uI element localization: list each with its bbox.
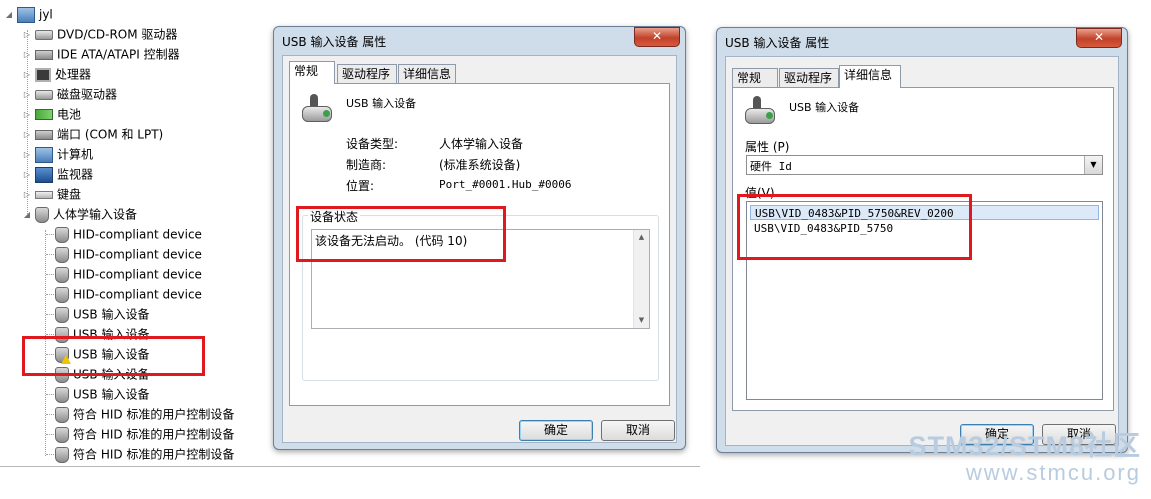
usb-input-device-icon (743, 94, 775, 126)
expand-icon[interactable]: ▷ (22, 125, 32, 145)
tree-category[interactable]: ▷ IDE ATA/ATAPI 控制器 (22, 44, 180, 64)
tree-device[interactable]: 符合 HID 标准的用户控制设备 (52, 444, 234, 464)
cancel-button[interactable]: 取消 (601, 420, 675, 441)
expand-icon[interactable]: ▷ (22, 105, 32, 125)
tree-category[interactable]: ▷ 处理器 (22, 64, 91, 84)
hid-device-icon (55, 426, 69, 443)
hid-icon (35, 206, 49, 223)
dropdown-arrow-icon[interactable]: ▼ (1084, 156, 1102, 174)
tab-driver[interactable]: 驱动程序 (779, 68, 839, 88)
optical-drive-icon (35, 29, 53, 40)
watermark: STM32/STM8社区 www.stmcu.org (908, 433, 1141, 484)
usb-input-device-icon (300, 92, 332, 124)
collapse-icon[interactable]: ◢ (4, 5, 14, 25)
expand-icon[interactable]: ▷ (22, 25, 32, 45)
expand-icon[interactable]: ▷ (22, 165, 32, 185)
tree-root[interactable]: ◢ jyl (4, 4, 53, 24)
expand-icon[interactable]: ▷ (22, 65, 32, 85)
tab-details[interactable]: 详细信息 (398, 64, 456, 84)
dialog-title: USB 输入设备 属性 (725, 36, 830, 50)
close-button[interactable]: ✕ (1076, 28, 1122, 48)
tab-driver[interactable]: 驱动程序 (337, 64, 397, 84)
tree-device[interactable]: HID-compliant device (52, 244, 202, 264)
tree-category[interactable]: ▷ 监视器 (22, 164, 93, 184)
hid-device-icon (55, 246, 69, 263)
tree-device[interactable]: 符合 HID 标准的用户控制设备 (52, 424, 234, 444)
watermark-url: www.stmcu.org (965, 460, 1141, 485)
expand-icon[interactable]: ▷ (22, 145, 32, 165)
processor-icon (35, 67, 51, 82)
expand-icon[interactable]: ▷ (22, 185, 32, 205)
computer-icon (35, 146, 53, 163)
ok-button[interactable]: 确定 (519, 420, 593, 441)
location-label: 位置: (346, 179, 375, 193)
device-name: USB 输入设备 (789, 101, 860, 114)
status-scrollbar[interactable]: ▲ ▼ (633, 230, 649, 328)
tab-general[interactable]: 常规 (289, 61, 335, 84)
keyboard-icon (35, 190, 53, 199)
tree-device[interactable]: HID-compliant device (52, 224, 202, 244)
tree-category[interactable]: ▷ 计算机 (22, 144, 93, 164)
hid-device-icon (55, 406, 69, 423)
expand-icon[interactable]: ▷ (22, 45, 32, 65)
tab-general[interactable]: 常规 (732, 68, 778, 88)
hid-device-icon (55, 446, 69, 463)
hid-device-icon (55, 286, 69, 303)
tree-device[interactable]: USB 输入设备 (52, 304, 149, 324)
expand-icon[interactable]: ▷ (22, 85, 32, 105)
tree-device[interactable]: USB 输入设备 (52, 384, 149, 404)
tree-category[interactable]: ▷ 电池 (22, 104, 81, 124)
scroll-down-icon[interactable]: ▼ (634, 313, 649, 328)
collapse-icon[interactable]: ◢ (22, 205, 32, 225)
property-select[interactable]: 硬件 Id ▼ (746, 155, 1103, 175)
hid-device-icon (55, 306, 69, 323)
tree-category[interactable]: ◢ 人体学输入设备 (22, 204, 137, 224)
tree-category[interactable]: ▷ 键盘 (22, 184, 81, 204)
close-button[interactable]: ✕ (634, 27, 680, 47)
property-label: 属性 (P) (745, 140, 790, 154)
highlight-box (296, 206, 506, 262)
ide-controller-icon (35, 49, 53, 60)
tree-category[interactable]: ▷ 端口 (COM 和 LPT) (22, 124, 163, 144)
device-name: USB 输入设备 (346, 97, 417, 110)
highlight-box (22, 336, 205, 376)
highlight-box (737, 194, 972, 260)
battery-icon (35, 109, 53, 120)
tree-category[interactable]: ▷ DVD/CD-ROM 驱动器 (22, 24, 178, 45)
disk-drive-icon (35, 89, 53, 100)
watermark-title: STM32/STM8社区 (908, 431, 1141, 461)
scroll-up-icon[interactable]: ▲ (634, 230, 649, 245)
hid-device-icon (55, 386, 69, 403)
property-value: 硬件 Id (750, 160, 792, 173)
manufacturer-value: (标准系统设备) (439, 158, 521, 172)
dialog-title: USB 输入设备 属性 (282, 35, 387, 49)
tab-details[interactable]: 详细信息 (839, 65, 901, 88)
device-type-value: 人体学输入设备 (439, 137, 524, 151)
hid-device-icon (55, 266, 69, 283)
tree-category[interactable]: ▷ 磁盘驱动器 (22, 84, 117, 104)
computer-icon (17, 6, 35, 23)
tree-device[interactable]: 符合 HID 标准的用户控制设备 (52, 404, 234, 424)
monitor-icon (35, 166, 53, 183)
location-value: Port_#0001.Hub_#0006 (439, 178, 572, 191)
manufacturer-label: 制造商: (346, 158, 387, 172)
tree-device[interactable]: HID-compliant device (52, 284, 202, 304)
device-type-label: 设备类型: (346, 137, 399, 151)
hid-device-icon (55, 226, 69, 243)
port-icon (35, 129, 53, 140)
tree-device[interactable]: HID-compliant device (52, 264, 202, 284)
